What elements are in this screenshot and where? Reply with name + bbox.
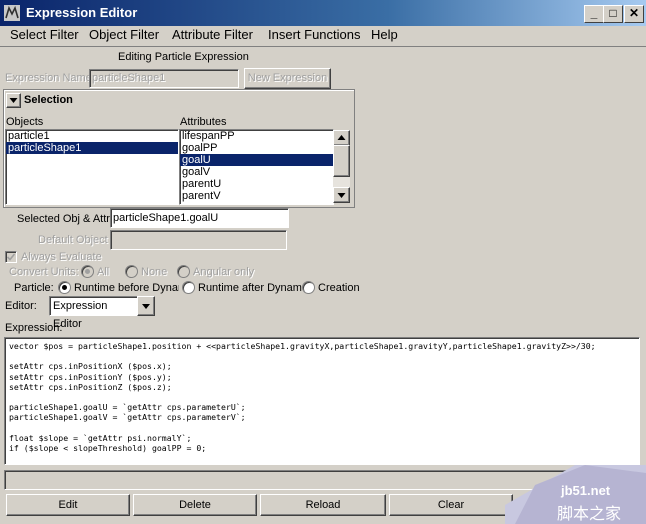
creation-label: Creation xyxy=(318,282,360,294)
attributes-list[interactable]: lifespanPP goalPP goalU goalV parentU parentV xyxy=(179,129,334,205)
convert-units-all-label: All xyxy=(97,266,110,278)
watermark-name: 脚本之家 xyxy=(557,506,622,523)
editor-select[interactable]: Expression Editor xyxy=(49,296,140,330)
default-object-field[interactable] xyxy=(110,230,287,250)
attribute-list-item[interactable]: lifespanPP xyxy=(180,130,333,142)
attribute-list-item[interactable]: parentU xyxy=(180,178,333,190)
close-icon: ✕ xyxy=(628,6,640,20)
expression-label: Expression: xyxy=(5,322,63,334)
minimize-button[interactable]: _ xyxy=(584,5,604,23)
minimize-icon: _ xyxy=(590,6,598,20)
arrow-down-icon xyxy=(337,193,346,198)
attributes-label: Attributes xyxy=(180,116,227,128)
expression-name-label: Expression Name xyxy=(5,72,92,84)
editing-mode-label: Editing Particle Expression xyxy=(118,51,249,63)
editor-label: Editor: xyxy=(5,300,37,312)
attribute-list-item[interactable]: goalU xyxy=(180,154,333,166)
title-bar[interactable]: Expression Editor _ □ ✕ xyxy=(0,0,646,26)
close-button[interactable]: ✕ xyxy=(624,5,644,23)
menu-select-filter[interactable]: Select Filter xyxy=(10,27,79,42)
convert-units-angular-radio[interactable] xyxy=(177,265,190,278)
code-line: if ($slope < slopeThreshold) goalPP = 0; xyxy=(9,442,207,453)
watermark-site: jb51.net xyxy=(561,483,611,498)
runtime-before-dynamics-label: Runtime before Dynami xyxy=(74,282,179,294)
code-line: particleShape1.goalU = `getAttr cps.para… xyxy=(9,402,246,413)
default-object-label: Default Object xyxy=(38,234,108,246)
code-line: float $slope = `getAttr psi.normalY`; xyxy=(9,432,192,443)
maximize-button[interactable]: □ xyxy=(603,5,623,23)
menu-help[interactable]: Help xyxy=(371,27,398,42)
selected-obj-attr-field[interactable]: particleShape1.goalU xyxy=(110,208,289,228)
scroll-thumb[interactable] xyxy=(333,145,350,177)
convert-units-angular-label: Angular only xyxy=(193,266,255,278)
convert-units-none-label: None xyxy=(141,266,168,278)
arrow-up-icon xyxy=(337,135,346,140)
always-evaluate-label: Always Evaluate xyxy=(21,251,102,263)
code-line: setAttr cps.inPositionY ($pos.y); xyxy=(9,371,172,382)
maximize-icon: □ xyxy=(609,6,617,20)
reload-button[interactable]: Reload xyxy=(260,494,386,516)
code-line: setAttr cps.inPositionX ($pos.x); xyxy=(9,361,172,372)
selection-collapse-button[interactable] xyxy=(6,93,21,108)
runtime-before-dynamics-radio[interactable] xyxy=(58,281,71,294)
attributes-scrollbar[interactable] xyxy=(333,130,350,203)
scroll-down-button[interactable] xyxy=(333,187,350,203)
new-expression-button[interactable]: New Expression xyxy=(244,68,331,89)
menu-insert-functions[interactable]: Insert Functions xyxy=(268,27,361,42)
selection-title: Selection xyxy=(24,94,73,106)
attribute-list-item[interactable]: goalV xyxy=(180,166,333,178)
checkmark-icon xyxy=(6,253,16,261)
object-list-item[interactable]: particleShape1 xyxy=(6,142,178,154)
expression-name-field[interactable]: particleShape1 xyxy=(89,69,239,88)
runtime-after-dynamics-label: Runtime after Dynamic xyxy=(198,282,302,294)
always-evaluate-checkbox[interactable] xyxy=(5,251,17,263)
runtime-after-dynamics-radio[interactable] xyxy=(182,281,195,294)
selected-obj-attr-label: Selected Obj & Attr xyxy=(17,213,110,225)
chevron-down-icon xyxy=(9,98,18,103)
maya-app-icon xyxy=(4,5,20,21)
menu-object-filter[interactable]: Object Filter xyxy=(89,27,159,42)
convert-units-all-radio[interactable] xyxy=(81,265,94,278)
code-line: setAttr cps.inPositionZ ($pos.z); xyxy=(9,381,172,392)
menu-bar: Select Filter Object Filter Attribute Fi… xyxy=(0,26,646,46)
attribute-list-item[interactable]: goalPP xyxy=(180,142,333,154)
convert-units-label: Convert Units: xyxy=(9,266,79,278)
code-line: particleShape1.goalV = `getAttr cps.para… xyxy=(9,412,246,423)
object-list-item[interactable]: particle1 xyxy=(6,130,178,142)
delete-button[interactable]: Delete xyxy=(133,494,257,516)
window-title: Expression Editor xyxy=(26,5,138,20)
objects-list[interactable]: particle1 particleShape1 xyxy=(5,129,179,205)
watermark: jb51.net 脚本之家 xyxy=(505,465,646,524)
chevron-down-icon xyxy=(142,304,150,309)
clear-button[interactable]: Clear xyxy=(389,494,513,516)
code-line: vector $pos = particleShape1.position + … xyxy=(9,341,596,351)
particle-label: Particle: xyxy=(14,282,54,294)
convert-units-none-radio[interactable] xyxy=(125,265,138,278)
expression-editor[interactable]: vector $pos = particleShape1.position + … xyxy=(4,337,640,465)
menu-attribute-filter[interactable]: Attribute Filter xyxy=(172,27,253,42)
objects-label: Objects xyxy=(6,116,44,128)
attribute-list-item[interactable]: parentV xyxy=(180,190,333,202)
editor-dropdown-button[interactable] xyxy=(137,296,155,316)
menu-divider xyxy=(0,46,646,47)
scroll-up-button[interactable] xyxy=(333,130,350,146)
creation-radio[interactable] xyxy=(302,281,315,294)
edit-button[interactable]: Edit xyxy=(6,494,130,516)
